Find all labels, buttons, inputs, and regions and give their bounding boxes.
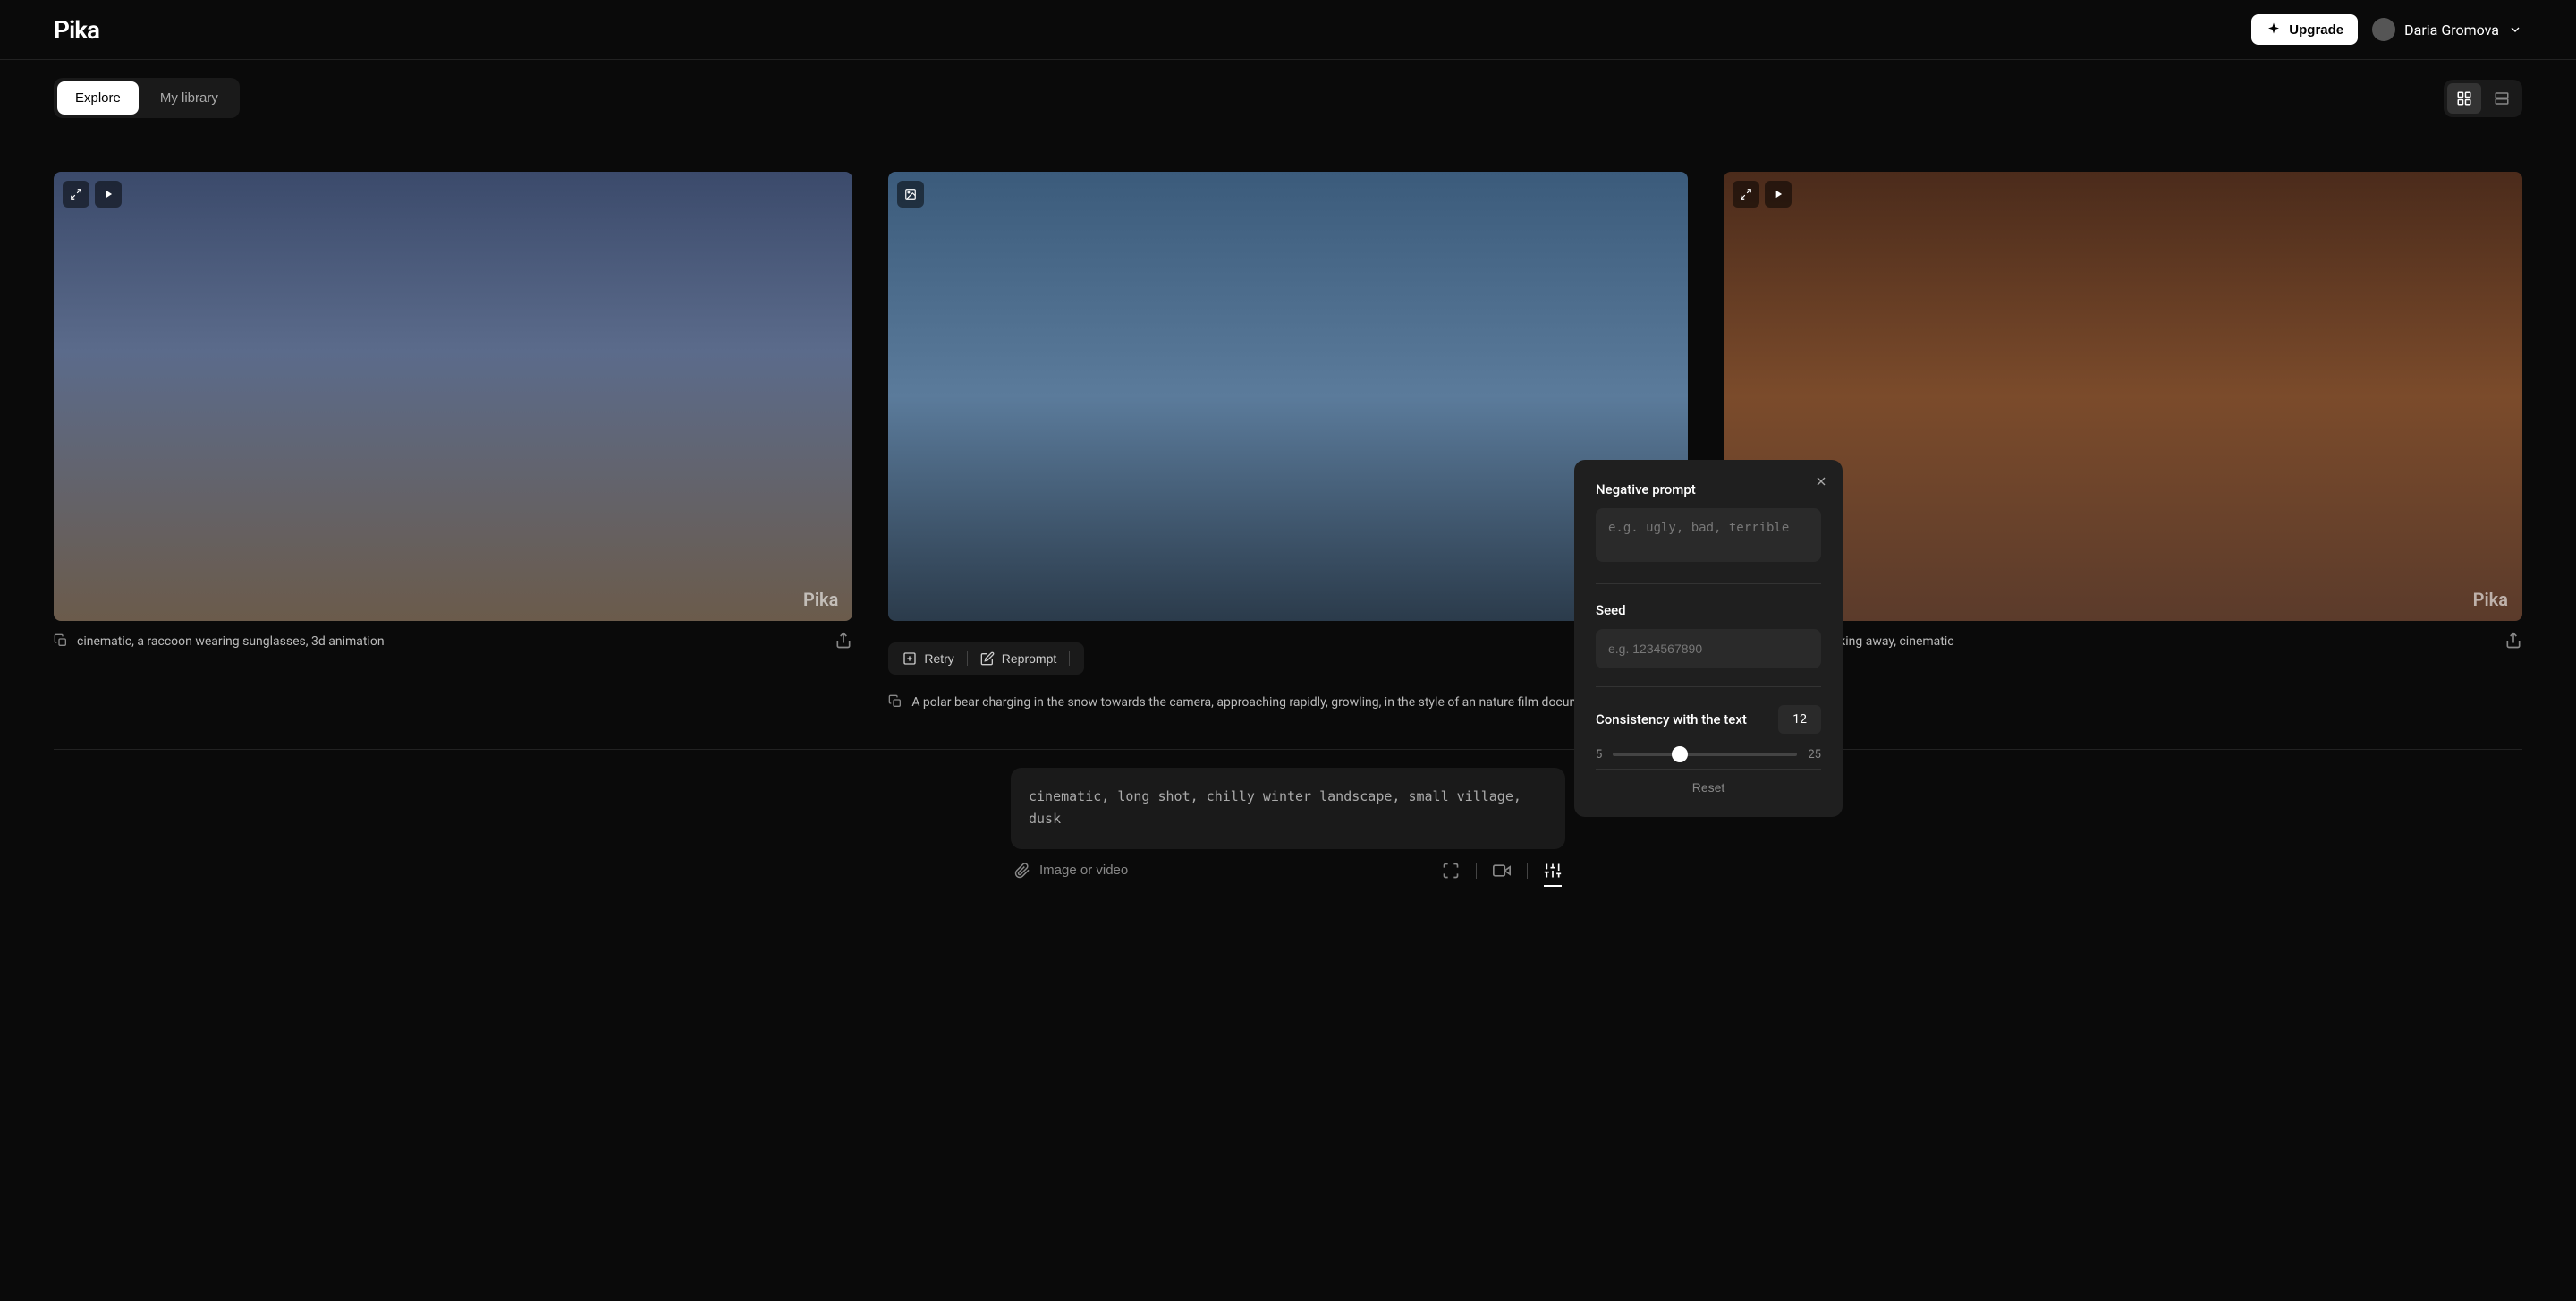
edit-icon [980,651,995,666]
retry-icon [902,651,917,666]
aspect-icon [1442,862,1460,880]
paperclip-icon [1014,863,1030,879]
expand-icon [70,188,82,200]
separator [967,651,968,666]
slider-max: 25 [1808,748,1821,761]
consistency-section: Consistency with the text 12 5 25 [1596,705,1821,761]
close-icon [1814,474,1828,489]
gallery: Pika cinematic, a raccoon wearing sungla… [0,136,2576,749]
expand-button[interactable] [63,181,89,208]
video-card: Pika cinematic, a raccoon wearing sungla… [54,172,852,713]
sliders-icon [1544,862,1562,880]
consistency-label: Consistency with the text [1596,711,1747,727]
image-icon [904,188,917,200]
share-button[interactable] [835,632,852,650]
slider-min: 5 [1596,748,1602,761]
tab-explore[interactable]: Explore [57,81,139,115]
card-description: cinematic, a raccoon wearing sunglasses,… [77,632,385,651]
card-description: A polar bear charging in the snow toward… [911,693,1597,712]
seed-section: Seed [1596,602,1821,687]
watermark: Pika [2473,589,2508,610]
close-button[interactable] [1814,474,1828,489]
thumb-controls [63,181,122,208]
sparkle-icon [2266,21,2282,38]
reprompt-label: Reprompt [1002,651,1056,666]
thumbnail[interactable]: Pika [54,172,852,621]
negative-prompt-section: Negative prompt [1596,481,1821,584]
slider-row: 5 25 [1596,748,1821,761]
video-icon [1493,862,1511,880]
separator [1069,651,1070,666]
toolbar: Explore My library [0,60,2576,136]
prompt-icons [1442,862,1562,880]
app-header: Pika Upgrade Daria Gromova [0,0,2576,60]
watermark: Pika [803,589,838,610]
retry-label: Retry [924,651,953,666]
retry-button[interactable]: Retry [902,651,953,666]
negative-prompt-input[interactable] [1596,508,1821,562]
thumb-controls [1733,181,1792,208]
user-menu[interactable]: Daria Gromova [2372,18,2522,41]
action-group: Retry Reprompt [888,642,1084,675]
upgrade-label: Upgrade [2289,22,2343,38]
separator [1476,863,1477,879]
view-toggle [2444,80,2522,117]
attach-label: Image or video [1039,863,1128,878]
attach-button[interactable]: Image or video [1014,863,1128,879]
aspect-button[interactable] [1442,862,1460,880]
card-description-row: A polar bear charging in the snow toward… [888,693,1687,712]
chevron-down-icon [2508,22,2522,37]
grid-view-button[interactable] [2447,83,2481,114]
consistency-row: Consistency with the text 12 [1596,705,1821,734]
section-divider [54,749,2522,750]
tab-library[interactable]: My library [142,81,236,115]
copy-icon[interactable] [54,633,68,648]
play-button[interactable] [95,181,122,208]
card-description-row: cinematic, a raccoon wearing sunglasses,… [54,632,824,651]
negative-prompt-label: Negative prompt [1596,481,1821,497]
reset-button[interactable]: Reset [1596,769,1821,795]
video-button[interactable] [1493,862,1511,880]
grid-icon [2456,90,2472,106]
pika-logo[interactable]: Pika [54,15,99,45]
share-button[interactable] [2504,632,2522,650]
consistency-value: 12 [1778,705,1821,734]
card-actions: Retry Reprompt [888,635,1687,682]
list-view-button[interactable] [2485,83,2519,114]
seed-input[interactable] [1596,629,1821,668]
upgrade-button[interactable]: Upgrade [2251,14,2358,45]
card-meta: an astronaut walking away, cinematic [1724,632,2522,651]
expand-button[interactable] [1733,181,1759,208]
nav-tabs: Explore My library [54,78,240,118]
prompt-controls: Image or video [1011,853,1565,889]
reprompt-button[interactable]: Reprompt [980,651,1056,666]
card-meta: cinematic, a raccoon wearing sunglasses,… [54,632,852,651]
expand-icon [1740,188,1752,200]
settings-button[interactable] [1544,862,1562,880]
user-name: Daria Gromova [2404,21,2499,38]
thumbnail[interactable]: Pika [1724,172,2522,621]
video-card: Pika an astronaut walking away, cinemati… [1724,172,2522,713]
play-button[interactable] [1765,181,1792,208]
play-icon [102,188,114,200]
list-icon [2494,90,2510,106]
header-right: Upgrade Daria Gromova [2251,14,2522,45]
consistency-slider[interactable] [1613,753,1797,756]
share-icon [835,632,852,650]
card-meta: A polar bear charging in the snow toward… [888,693,1687,712]
image-button[interactable] [897,181,924,208]
video-card: Retry Reprompt A polar bear charging in … [888,172,1687,713]
share-icon [2504,632,2522,650]
separator [1527,863,1528,879]
seed-label: Seed [1596,602,1821,618]
avatar [2372,18,2395,41]
play-icon [1772,188,1784,200]
prompt-input[interactable] [1011,768,1565,849]
copy-icon[interactable] [888,694,902,709]
settings-popover: Negative prompt Seed Consistency with th… [1574,460,1843,817]
prompt-bar: Image or video Negative prompt S [1011,768,1565,889]
thumbnail[interactable] [888,172,1687,621]
thumb-controls [897,181,924,208]
